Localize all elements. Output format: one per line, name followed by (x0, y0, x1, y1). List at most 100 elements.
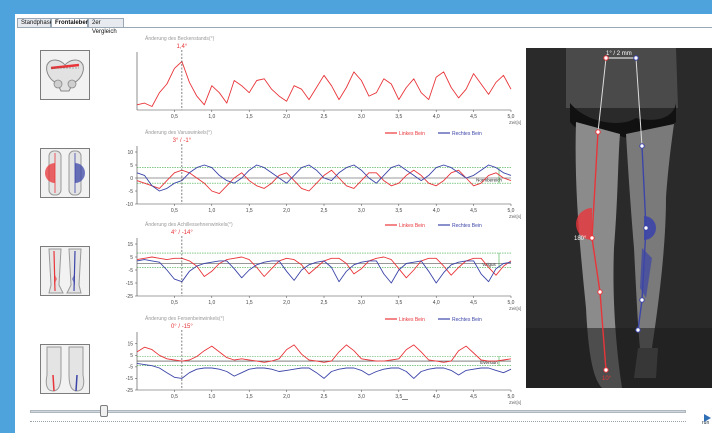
x-tick-label: 2,0 (283, 114, 290, 120)
x-tick-label: 2,0 (283, 300, 290, 306)
leg-video-overlay: 1° / 2 mm 180° 10° (526, 48, 712, 388)
x-tick-label: 1,0 (208, 300, 215, 306)
x-axis-label: Zeit[s] (509, 306, 521, 311)
tab-frontalebene[interactable]: Frontalebene (51, 18, 93, 27)
x-tick-label: 4,0 (433, 394, 440, 400)
heel-icon (45, 346, 85, 392)
x-tick-label: 3,5 (395, 114, 402, 120)
chart-achillessehnenwinkel: Änderung des Achillessehnenwinkels(°) Lin… (115, 220, 522, 311)
x-tick-label: 3,0 (358, 208, 365, 214)
timeline-slider-track[interactable] (30, 410, 686, 413)
x-tick-label: 3,0 (358, 394, 365, 400)
x-tick-label: 0,5 (171, 114, 178, 120)
x-tick-label: 3,5 (395, 208, 402, 214)
x-tick-label: 0,5 (171, 208, 178, 214)
x-tick-label: 1,5 (246, 300, 253, 306)
series-line-left (136, 169, 512, 195)
y-tick-label: 10 (127, 150, 133, 156)
chart-fersenbeinwinkel: Änderung des Fersenbeinwinkels(°) Linkes … (115, 314, 522, 405)
measure-label: 1° / 2 mm (606, 51, 632, 57)
x-axis-label: Zeit[s] (509, 400, 521, 405)
x-tick-label: 4,0 (433, 114, 440, 120)
x-tick-label: 2,0 (283, 208, 290, 214)
x-tick-label: 4,5 (470, 208, 477, 214)
x-tick-label: 1,0 (208, 114, 215, 120)
marker-value-label: 0° / -15° (171, 324, 193, 330)
chart-beckenstand: Änderung des Beckenstands(°) 0,5 1,0 1,5 2,0… (115, 34, 521, 125)
x-tick-label: 1,0 (208, 208, 215, 214)
tab-divider (17, 27, 712, 28)
x-tick-label: 1,5 (246, 394, 253, 400)
timeline-ticks (30, 421, 686, 424)
knee-icon (45, 150, 85, 196)
lower-leg-thumbnail[interactable] (40, 246, 90, 296)
marker-value-label: 1,4° (177, 44, 188, 50)
x-tick-label: 1,5 (246, 114, 253, 120)
y-tick-label: 15 (127, 342, 133, 348)
y-tick-label: 5 (130, 163, 133, 169)
chart-title: Änderung des Fersenbeinwinkels(°) (145, 315, 225, 322)
chart-varuswinkel: Änderung des Varuswinkels(°) Linkes Bein R… (115, 128, 522, 219)
y-tick-label: 15 (127, 242, 133, 248)
legend-right-label: Rechtes Bein (452, 223, 482, 229)
x-tick-label: 2,5 (321, 114, 328, 120)
video-frame: 1° / 2 mm 180° 10° (526, 48, 712, 388)
x-tick-label: 3,5 (395, 300, 402, 306)
chart-title: Änderung des Varuswinkels(°) (145, 129, 212, 136)
timeline-slider-thumb[interactable] (100, 405, 108, 417)
knee-angle-label: 180° (574, 236, 587, 242)
marker-value-label: 3° / -1° (173, 138, 192, 144)
legend-left-label: Linkes Bein (399, 131, 425, 137)
chart-title: Änderung des Achillessehnenwinkels(°) (145, 221, 233, 228)
y-tick-label: -25 (126, 294, 133, 300)
run-label: run (702, 420, 710, 426)
legend-right-label: Rechtes Bein (452, 131, 482, 137)
tab-standphase[interactable]: Standphase (17, 18, 53, 27)
fersenbeinwinkel-chart: Änderung des Fersenbeinwinkels(°) Linkes … (126, 315, 522, 405)
pelvis-thumbnail[interactable] (40, 50, 90, 100)
y-tick-label: 5 (130, 255, 133, 261)
x-tick-label: 1,0 (208, 394, 215, 400)
marker-value-label: 4° / -14° (171, 230, 193, 236)
x-axis-label: Zeit[s] (509, 214, 521, 219)
heel-thumbnail[interactable] (40, 344, 90, 394)
y-tick-label: -25 (126, 388, 133, 394)
legend-left-label: Linkes Bein (399, 223, 425, 229)
varuswinkel-chart: Änderung des Varuswinkels(°) Linkes Bein R… (126, 129, 522, 219)
analysis-window: Standphase Frontalebene 2er Vergleich Än… (15, 14, 712, 433)
run-button[interactable]: run (702, 410, 712, 430)
x-tick-label: 3,0 (358, 114, 365, 120)
tab-2er-vergleich[interactable]: 2er Vergleich (88, 18, 124, 35)
series-line-left (136, 61, 512, 107)
pelvis-icon (46, 59, 84, 92)
x-tick-label: 2,5 (321, 208, 328, 214)
x-tick-label: 4,5 (470, 114, 477, 120)
x-tick-label: 0,5 (171, 300, 178, 306)
knee-thumbnail[interactable] (40, 148, 90, 198)
x-tick-label: 1,5 (246, 208, 253, 214)
y-tick-label: -10 (126, 202, 133, 208)
x-tick-label: 0,5 (171, 394, 178, 400)
y-tick-label: -15 (126, 376, 133, 382)
x-tick-label: 4,5 (470, 300, 477, 306)
chart-title: Änderung des Beckenstands(°) (145, 35, 215, 42)
x-tick-label: 2,5 (321, 394, 328, 400)
divider-grip[interactable] (402, 399, 408, 400)
x-tick-label: 2,5 (321, 300, 328, 306)
lower-leg-icon (48, 248, 82, 294)
y-tick-label: -5 (129, 365, 134, 371)
band-label: Normbereich (476, 178, 502, 183)
x-tick-label: 4,0 (433, 300, 440, 306)
heel-angle-label: 10° (602, 376, 612, 382)
achillessehnenwinkel-chart: Änderung des Achillessehnenwinkels(°) Lin… (126, 221, 522, 311)
y-tick-label: -15 (126, 281, 133, 287)
y-tick-label: 5 (130, 353, 133, 359)
x-tick-label: 2,0 (283, 394, 290, 400)
series-line-left (136, 344, 512, 363)
y-tick-label: -5 (129, 268, 134, 274)
legend-right-label: Rechtes Bein (452, 317, 482, 323)
x-tick-label: 4,0 (433, 208, 440, 214)
x-tick-label: 4,5 (470, 394, 477, 400)
x-tick-label: 3,0 (358, 300, 365, 306)
beckenstand-chart: Änderung des Beckenstands(°) 0,5 1,0 1,5 2,0… (136, 35, 521, 125)
